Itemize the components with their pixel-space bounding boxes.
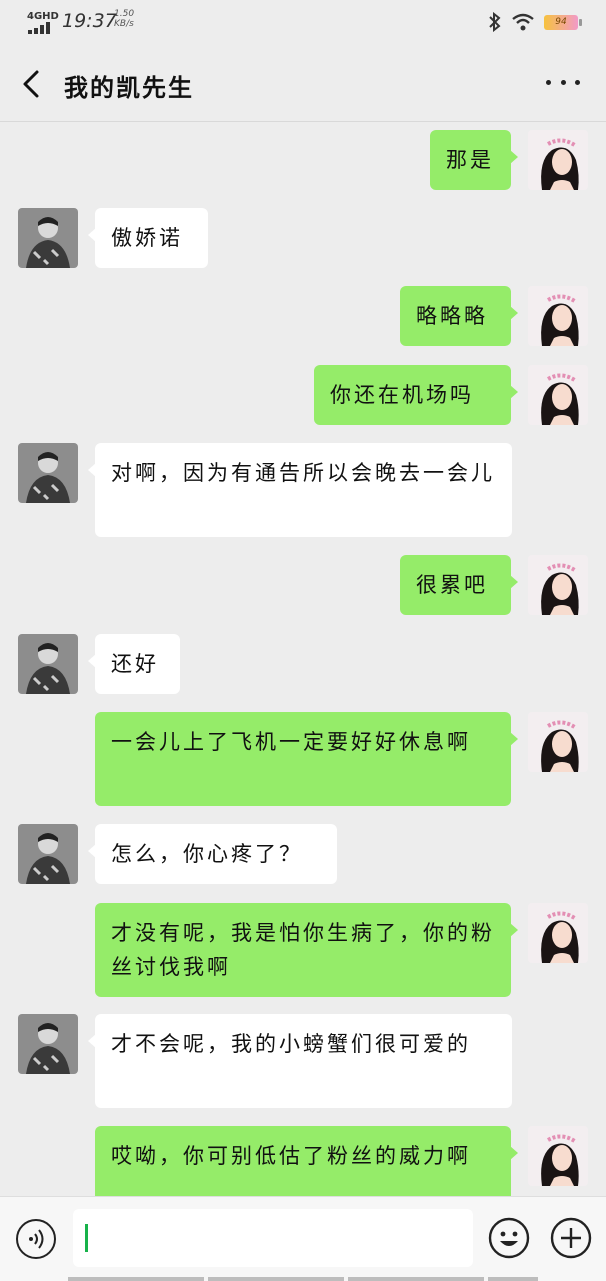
speed-value: 1.50 [114, 9, 135, 19]
input-bar [0, 1196, 606, 1281]
message-bubble[interactable]: 那是 [430, 130, 518, 190]
my-avatar[interactable] [528, 903, 588, 963]
message-bubble[interactable]: 怎么，你心疼了？ [88, 824, 337, 884]
my-avatar[interactable] [528, 130, 588, 190]
plus-icon[interactable] [550, 1217, 592, 1259]
message-bubble[interactable]: 一会儿上了飞机一定要好好休息啊 [95, 712, 518, 806]
my-avatar[interactable] [528, 712, 588, 772]
message-bubble[interactable]: 略略略 [400, 286, 518, 346]
clock: 19:37 [62, 10, 117, 32]
voice-icon[interactable] [16, 1219, 56, 1259]
nav-hint-bar [488, 1277, 538, 1281]
message-bubble[interactable]: 才没有呢，我是怕你生病了，你的粉丝讨伐我啊 [95, 903, 518, 997]
contact-avatar[interactable] [18, 634, 78, 694]
contact-avatar[interactable] [18, 443, 78, 503]
chat-header: 我的凯先生 [0, 46, 606, 122]
speed-unit: KB/s [114, 19, 134, 29]
text-caret [85, 1224, 88, 1252]
my-avatar[interactable] [528, 555, 588, 615]
contact-avatar[interactable] [18, 1014, 78, 1074]
chevron-left-icon[interactable] [18, 68, 46, 100]
message-bubble[interactable]: 才不会呢，我的小螃蟹们很可爱的 [88, 1014, 512, 1108]
message-bubble[interactable]: 哎呦，你可别低估了粉丝的威力啊 [95, 1126, 518, 1196]
nav-hint-bar [208, 1277, 344, 1281]
contact-avatar[interactable] [18, 824, 78, 884]
network-speed: 1.50 KB/s [114, 9, 134, 29]
signal-icon [28, 22, 50, 34]
message-bubble[interactable]: 对啊，因为有通告所以会晚去一会儿 [88, 443, 512, 537]
nav-hint-bar [68, 1277, 204, 1281]
nav-hint-bar [348, 1277, 484, 1281]
chat-title: 我的凯先生 [64, 74, 194, 102]
wifi-icon [512, 13, 534, 31]
bluetooth-icon [489, 12, 501, 32]
message-bubble[interactable]: 还好 [88, 634, 180, 694]
message-bubble[interactable]: 很累吧 [400, 555, 518, 615]
emoji-icon[interactable] [488, 1217, 530, 1259]
battery-icon: 94 [544, 14, 582, 30]
message-list[interactable]: 那是 傲娇诺 略略略 你还在机场吗 对啊，因为有通告所以会晚去一会儿 很累吧 还… [0, 122, 606, 1196]
network-type: 4GHD [27, 11, 59, 22]
message-bubble[interactable]: 你还在机场吗 [314, 365, 518, 425]
status-bar: 4GHD 19:37 1.50 KB/s 94 [0, 0, 606, 46]
my-avatar[interactable] [528, 365, 588, 425]
contact-avatar[interactable] [18, 208, 78, 268]
my-avatar[interactable] [528, 1126, 588, 1186]
my-avatar[interactable] [528, 286, 588, 346]
more-dots-icon[interactable] [546, 70, 580, 94]
message-bubble[interactable]: 傲娇诺 [88, 208, 208, 268]
message-input[interactable] [73, 1209, 473, 1267]
